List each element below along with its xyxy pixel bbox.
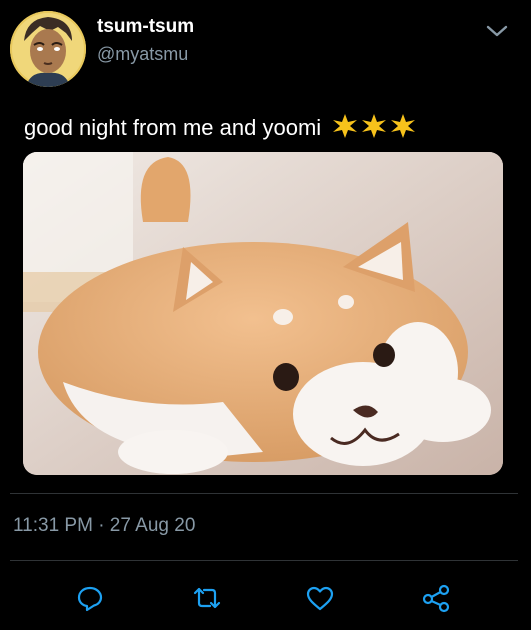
tweet-text-body: good night from me and yoomi <box>24 114 322 140</box>
tweet: tsum-tsum @myatsmu good night from me an… <box>0 0 531 630</box>
sparkle-icon <box>391 114 416 138</box>
shiba-plush-image <box>23 152 503 475</box>
tweet-timestamp[interactable]: 11:31 PM · 27 Aug 20 <box>13 515 195 537</box>
display-name[interactable]: tsum-tsum <box>97 16 194 38</box>
user-handle[interactable]: @myatsmu <box>97 44 188 65</box>
tweet-text: good night from me and yoomi <box>24 112 417 146</box>
chevron-down-icon[interactable] <box>484 20 510 42</box>
sparkle-icon <box>362 114 387 138</box>
sparkle-icon <box>333 114 358 138</box>
divider <box>10 493 518 494</box>
retweet-button[interactable] <box>189 580 225 616</box>
share-icon <box>422 584 450 613</box>
avatar[interactable] <box>10 11 86 87</box>
divider <box>10 560 518 561</box>
reply-button[interactable] <box>72 580 108 616</box>
share-button[interactable] <box>418 580 454 616</box>
sparkles-emoji-group <box>331 112 417 146</box>
reply-icon <box>77 586 103 612</box>
tweet-photo[interactable] <box>23 152 503 475</box>
like-button[interactable] <box>302 580 338 616</box>
avatar-image <box>10 11 86 87</box>
retweet-icon <box>193 587 221 609</box>
like-icon <box>306 586 334 611</box>
